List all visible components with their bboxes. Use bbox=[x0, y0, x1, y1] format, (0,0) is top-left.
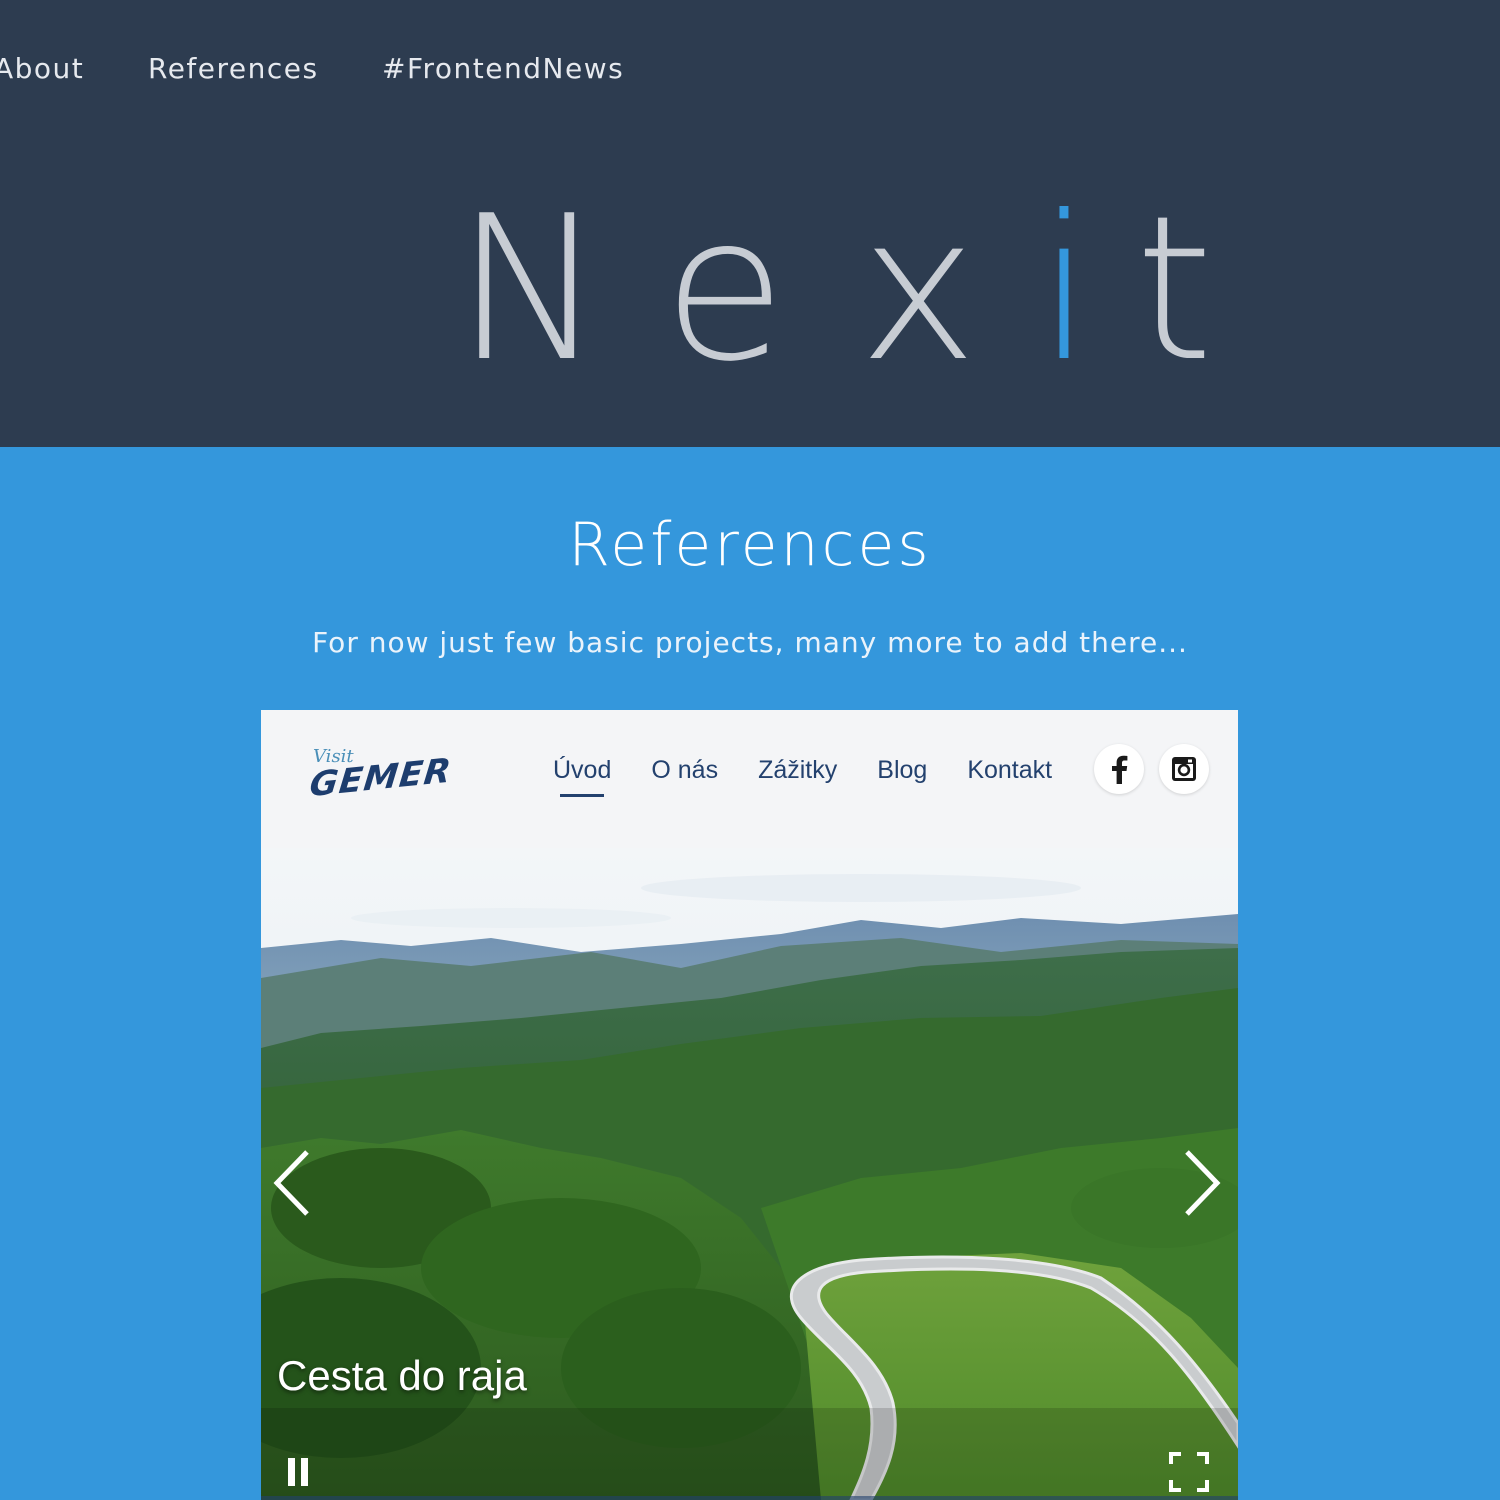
pause-icon[interactable] bbox=[285, 1456, 315, 1488]
fullscreen-icon[interactable] bbox=[1169, 1452, 1209, 1492]
references-subtitle: For now just few basic projects, many mo… bbox=[312, 626, 1188, 659]
landscape-photo bbox=[261, 848, 1238, 1500]
slider-prev-arrow-icon[interactable] bbox=[269, 1148, 313, 1218]
logo-letter-n: N bbox=[455, 173, 605, 406]
instagram-icon[interactable] bbox=[1159, 744, 1209, 794]
project-screenshot-card[interactable]: Visit GEMER Úvod O nás Zážitky Blog Kont… bbox=[261, 710, 1238, 1500]
nav-frontendnews[interactable]: #FrontendNews bbox=[382, 52, 624, 85]
logo-letter-t: t bbox=[1135, 173, 1214, 406]
top-navigation: About References #FrontendNews bbox=[0, 52, 624, 85]
logo-letter-x: x bbox=[859, 173, 978, 406]
project-menu-zazitky[interactable]: Zážitky bbox=[758, 756, 837, 785]
logo-letter-e: e bbox=[663, 173, 787, 406]
references-title: References bbox=[568, 510, 932, 580]
project-brand-logo[interactable]: Visit GEMER bbox=[308, 746, 454, 806]
project-menu: Úvod O nás Zážitky Blog Kontakt bbox=[553, 756, 1092, 797]
image-slider[interactable]: Cesta do raja bbox=[261, 848, 1238, 1500]
site-header: About References #FrontendNews N e x i t bbox=[0, 0, 1500, 447]
nav-references[interactable]: References bbox=[148, 52, 382, 85]
card-bottom-edge bbox=[261, 1496, 1238, 1500]
project-menu-uvod[interactable]: Úvod bbox=[553, 756, 611, 797]
facebook-icon[interactable] bbox=[1094, 744, 1144, 794]
project-menu-kontakt[interactable]: Kontakt bbox=[967, 756, 1052, 785]
project-menu-blog[interactable]: Blog bbox=[877, 756, 927, 785]
site-logo: N e x i t bbox=[455, 190, 1215, 390]
nav-about[interactable]: About bbox=[0, 52, 148, 85]
project-menu-o-nas[interactable]: O nás bbox=[651, 756, 718, 785]
slide-caption: Cesta do raja bbox=[277, 1352, 527, 1399]
logo-letter-i: i bbox=[1037, 173, 1093, 406]
project-navbar: Visit GEMER Úvod O nás Zážitky Blog Kont… bbox=[261, 710, 1238, 848]
slider-next-arrow-icon[interactable] bbox=[1181, 1148, 1225, 1218]
